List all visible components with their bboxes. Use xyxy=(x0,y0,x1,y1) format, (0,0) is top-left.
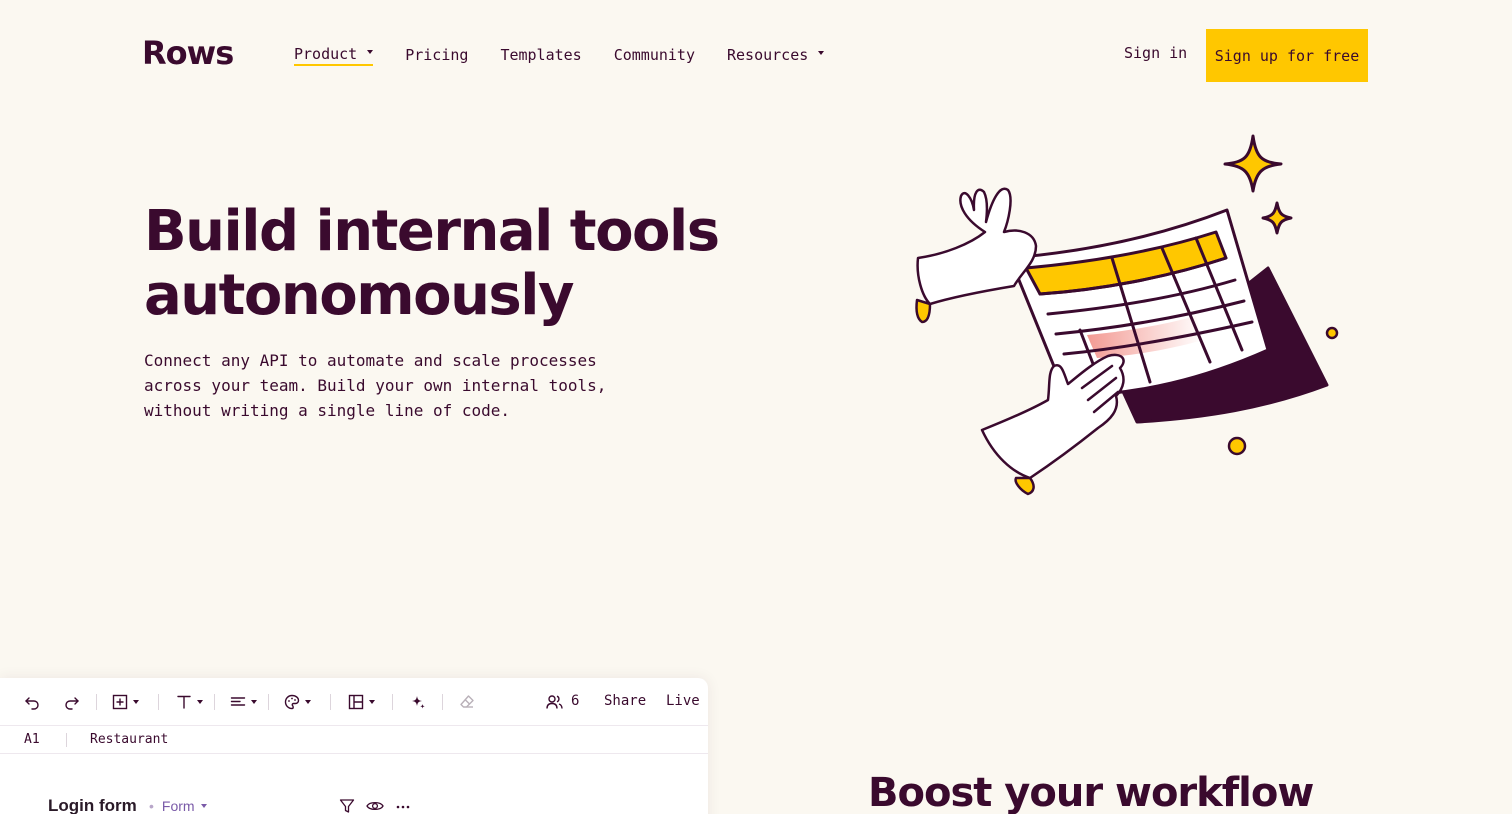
app-preview: 6 Share Live A1 Restaurant Login form • … xyxy=(0,678,708,814)
ai-sparkle-icon[interactable] xyxy=(410,692,426,712)
chevron-down-icon xyxy=(251,700,257,704)
formula-bar: A1 Restaurant xyxy=(0,726,708,754)
toolbar-divider xyxy=(330,694,331,710)
toolbar-divider xyxy=(96,694,97,710)
redo-icon[interactable] xyxy=(64,692,80,712)
nav-item-label: Resources xyxy=(727,46,809,64)
chevron-down-icon xyxy=(133,700,139,704)
toolbar-divider xyxy=(214,694,215,710)
users-icon[interactable] xyxy=(546,692,563,712)
eraser-icon[interactable] xyxy=(459,692,475,712)
nav-item-label: Templates xyxy=(500,46,582,64)
nav-item-templates[interactable]: Templates xyxy=(500,44,581,66)
eye-icon[interactable] xyxy=(366,798,384,814)
table-type-selector[interactable]: • Form xyxy=(149,798,207,814)
hero-title-line: Build internal tools xyxy=(144,199,720,264)
chevron-down-icon xyxy=(367,50,374,54)
hands-holding-spreadsheet-illustration xyxy=(915,134,1339,496)
landing-page: Rows Product Pricing Templates Community… xyxy=(0,0,1512,814)
section-title: Boost your workflow xyxy=(868,770,1314,814)
nav-item-product[interactable]: Product xyxy=(294,44,374,66)
table-type-label: Form xyxy=(161,798,195,814)
text-format-icon[interactable] xyxy=(176,692,203,712)
cell-value-input[interactable]: Restaurant xyxy=(90,732,168,747)
toolbar-divider xyxy=(442,694,443,710)
nav-item-community[interactable]: Community xyxy=(614,44,695,66)
align-icon[interactable] xyxy=(230,692,257,712)
chevron-down-icon xyxy=(197,700,203,704)
hero-title: Build internal tools autonomously xyxy=(144,200,764,328)
live-button[interactable]: Live xyxy=(666,693,700,709)
hero-title-line: autonomously xyxy=(144,263,574,328)
chevron-down-icon xyxy=(818,51,825,55)
more-icon[interactable] xyxy=(396,798,410,814)
chevron-down-icon xyxy=(305,700,311,704)
nav-item-resources[interactable]: Resources xyxy=(727,44,825,66)
hero-subtitle: Connect any API to automate and scale pr… xyxy=(144,351,607,420)
nav-item-pricing[interactable]: Pricing xyxy=(405,44,468,66)
sign-up-button[interactable]: Sign up for free xyxy=(1206,29,1368,82)
layout-icon[interactable] xyxy=(348,692,375,712)
nav-item-label: Pricing xyxy=(405,46,469,64)
share-button[interactable]: Share xyxy=(604,693,646,709)
nav-item-label: Product xyxy=(294,45,358,63)
nav-item-label: Community xyxy=(613,46,695,64)
table-title[interactable]: Login form xyxy=(48,796,137,814)
insert-icon[interactable] xyxy=(112,692,139,712)
collaborators-count: 6 xyxy=(571,693,580,709)
main-nav: Product Pricing Templates Community Reso… xyxy=(294,44,856,66)
chevron-down-icon xyxy=(200,804,207,808)
formula-bar-divider xyxy=(66,733,67,747)
filter-icon[interactable] xyxy=(339,798,355,814)
toolbar-divider xyxy=(268,694,269,710)
toolbar-divider xyxy=(158,694,159,710)
chevron-down-icon xyxy=(369,700,375,704)
undo-icon[interactable] xyxy=(24,692,40,712)
color-palette-icon[interactable] xyxy=(284,692,311,712)
cell-reference[interactable]: A1 xyxy=(24,732,40,747)
sign-in-link[interactable]: Sign in xyxy=(1124,44,1187,62)
rows-logo[interactable]: Rows xyxy=(142,34,234,72)
separator-dot: • xyxy=(149,798,154,814)
toolbar: 6 Share Live xyxy=(0,678,708,726)
toolbar-divider xyxy=(392,694,393,710)
